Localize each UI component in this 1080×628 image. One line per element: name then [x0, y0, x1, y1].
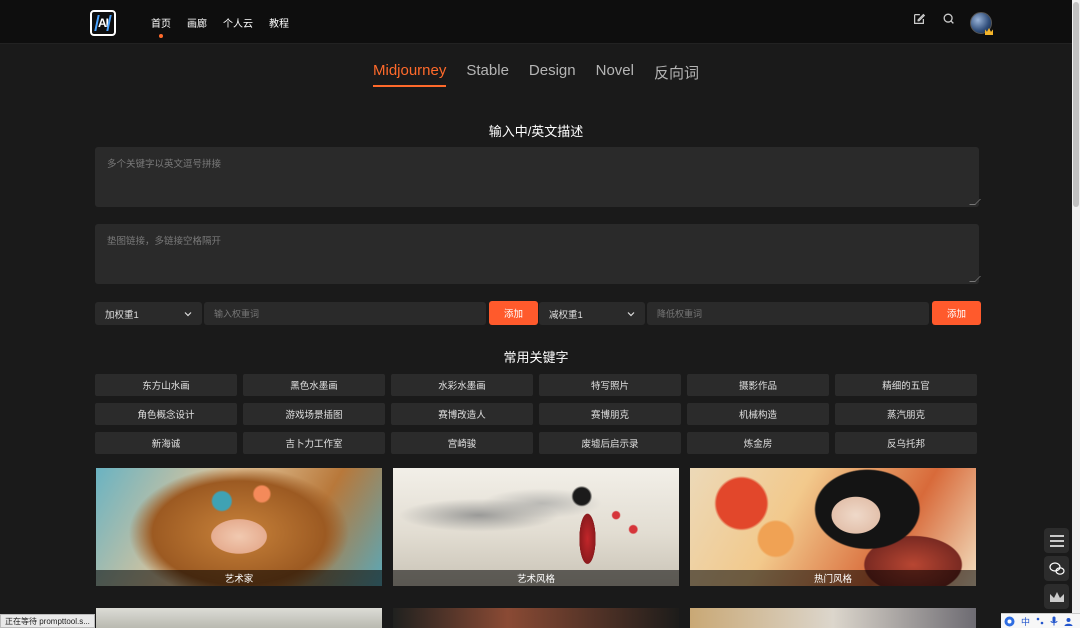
image-links-textarea[interactable]	[95, 224, 979, 284]
keyword-chip[interactable]: 赛博朋克	[539, 403, 681, 425]
tab-design[interactable]: Design	[529, 62, 576, 87]
style-cards-row-2	[96, 608, 976, 628]
keyword-chip[interactable]: 机械构造	[687, 403, 829, 425]
menu-icon	[1049, 534, 1064, 547]
ime-punctuation-icon[interactable]	[1036, 617, 1044, 625]
keyword-chip[interactable]: 黑色水墨画	[243, 374, 385, 396]
keyword-chip[interactable]: 角色概念设计	[95, 403, 237, 425]
keyword-chip[interactable]: 蒸汽朋克	[835, 403, 977, 425]
keyword-chip[interactable]: 精细的五官	[835, 374, 977, 396]
card-artist[interactable]: 艺术家	[96, 468, 382, 586]
scrollbar-thumb[interactable]	[1073, 2, 1079, 207]
ime-language[interactable]: 中	[1021, 615, 1030, 628]
style-cards: 艺术家 艺术风格 热门风格	[96, 468, 976, 586]
tab-stable[interactable]: Stable	[466, 62, 509, 87]
site-logo[interactable]: AI	[90, 10, 116, 36]
card-art-style[interactable]: 艺术风格	[393, 468, 679, 586]
model-tabs: Midjourney Stable Design Novel 反向词	[0, 62, 1072, 87]
search-icon[interactable]	[942, 12, 956, 26]
increase-weight-select[interactable]: 加权重1	[95, 302, 202, 325]
card-label: 艺术家	[96, 570, 382, 586]
vip-button[interactable]	[1044, 584, 1069, 609]
keyword-chip[interactable]: 摄影作品	[687, 374, 829, 396]
keyword-chip[interactable]: 炼金房	[687, 432, 829, 454]
select-value: 减权重1	[549, 309, 583, 321]
nav-tutorial[interactable]: 教程	[269, 15, 289, 30]
select-value: 加权重1	[105, 309, 139, 321]
ime-user-icon[interactable]	[1064, 617, 1073, 626]
decrease-weight-input[interactable]	[647, 302, 929, 325]
decrease-add-button[interactable]: 添加	[932, 301, 981, 325]
keyword-chip[interactable]: 游戏场景插图	[243, 403, 385, 425]
ime-toolbar: 中	[1001, 613, 1080, 628]
tab-novel[interactable]: Novel	[596, 62, 634, 87]
tab-negative-prompt[interactable]: 反向词	[654, 62, 699, 87]
ime-microphone-icon[interactable]	[1050, 616, 1058, 626]
card-label: 艺术风格	[393, 570, 679, 586]
keyword-chip[interactable]: 宫崎骏	[391, 432, 533, 454]
keyword-chip[interactable]: 水彩水墨画	[391, 374, 533, 396]
keyword-chip[interactable]: 吉卜力工作室	[243, 432, 385, 454]
keywords-textarea[interactable]	[95, 147, 979, 207]
card-popular-style[interactable]: 热门风格	[690, 468, 976, 586]
card-image[interactable]	[393, 608, 679, 628]
keyword-chip[interactable]: 新海诚	[95, 432, 237, 454]
wechat-icon	[1048, 561, 1065, 575]
menu-button[interactable]	[1044, 528, 1069, 553]
crown-icon	[1049, 591, 1064, 602]
nav-gallery[interactable]: 画廊	[187, 15, 207, 30]
nav-personal-cloud[interactable]: 个人云	[223, 15, 253, 30]
main-nav: 首页 画廊 个人云 教程	[151, 0, 289, 44]
tab-midjourney[interactable]: Midjourney	[373, 62, 447, 87]
decrease-weight-select[interactable]: 减权重1	[539, 302, 645, 325]
card-image[interactable]	[96, 608, 382, 628]
keywords-section-title: 常用关键字	[503, 350, 569, 365]
browser-status-bar: 正在等待 prompttool.s...	[0, 614, 95, 628]
prompt-section-title: 输入中/英文描述	[488, 124, 584, 139]
keyword-chip[interactable]: 特写照片	[539, 374, 681, 396]
card-label: 热门风格	[690, 570, 976, 586]
keyword-chip[interactable]: 反乌托邦	[835, 432, 977, 454]
card-image[interactable]	[690, 608, 976, 628]
top-actions	[912, 12, 956, 26]
nav-home[interactable]: 首页	[151, 15, 171, 38]
keyword-chip[interactable]: 废墟后启示录	[539, 432, 681, 454]
top-navbar: AI 首页 画廊 个人云 教程	[0, 0, 1072, 44]
chevron-down-icon	[184, 311, 192, 316]
chevron-down-icon	[627, 311, 635, 316]
increase-add-button[interactable]: 添加	[489, 301, 538, 325]
edit-icon[interactable]	[912, 12, 926, 26]
wechat-button[interactable]	[1044, 556, 1069, 581]
keyword-grid: 东方山水画 黑色水墨画 水彩水墨画 特写照片 摄影作品 精细的五官 角色概念设计…	[95, 374, 980, 454]
keyword-chip[interactable]: 东方山水画	[95, 374, 237, 396]
ime-logo-icon[interactable]	[1004, 616, 1015, 627]
increase-weight-input[interactable]	[204, 302, 486, 325]
keyword-chip[interactable]: 赛博改造人	[391, 403, 533, 425]
